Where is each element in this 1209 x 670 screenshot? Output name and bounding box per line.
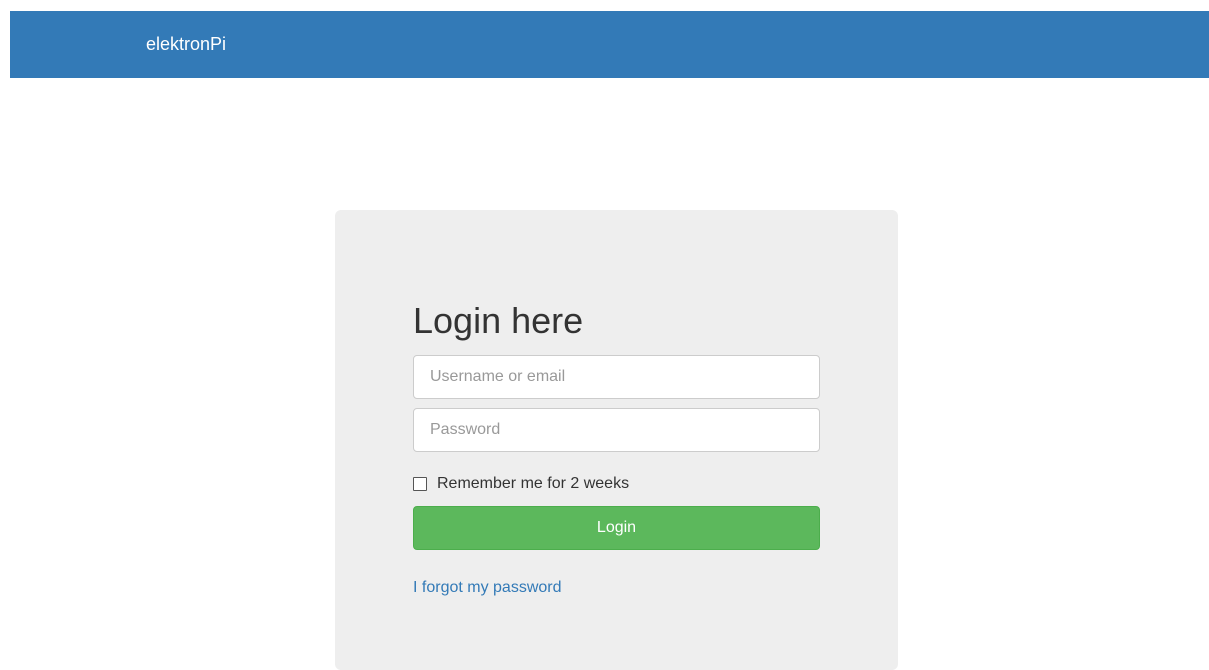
username-input[interactable] [413, 355, 820, 399]
login-button[interactable]: Login [413, 506, 820, 550]
login-panel: Login here Remember me for 2 weeks Login… [335, 210, 898, 670]
navbar: elektronPi [10, 11, 1209, 78]
password-input[interactable] [413, 408, 820, 452]
login-heading: Login here [413, 300, 584, 341]
remember-checkbox[interactable] [413, 477, 427, 491]
forgot-password-link[interactable]: I forgot my password [413, 579, 562, 597]
remember-me[interactable]: Remember me for 2 weeks [413, 474, 629, 494]
remember-label: Remember me for 2 weeks [437, 475, 630, 492]
brand-link[interactable]: elektronPi [146, 11, 226, 78]
